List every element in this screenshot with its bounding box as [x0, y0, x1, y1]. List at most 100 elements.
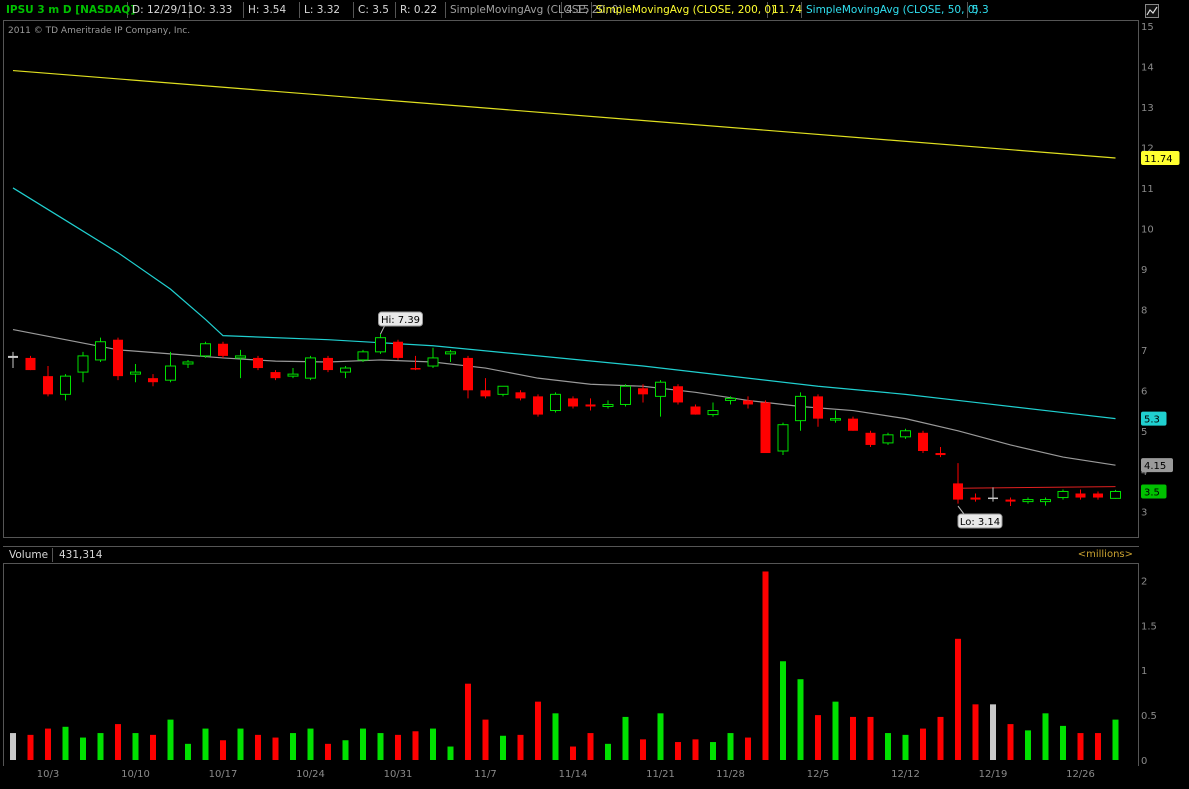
volume-bar — [27, 734, 34, 760]
candle-body — [130, 371, 141, 375]
volume-bar — [1007, 724, 1014, 760]
volume-bar — [62, 726, 69, 760]
candle-body — [673, 386, 683, 403]
date-tick-label: 10/3 — [37, 769, 59, 780]
date-tick-label: 12/19 — [979, 769, 1008, 780]
volume-bar — [587, 733, 594, 760]
candle-body — [777, 424, 789, 452]
price-tick-label: 14 — [1141, 63, 1154, 74]
sma200-line — [12, 69, 1116, 159]
candle-body — [340, 367, 351, 373]
price-tick-label: 8 — [1141, 305, 1147, 316]
volume-bar — [885, 733, 891, 760]
volume-bar — [920, 728, 926, 760]
volume-bar — [202, 728, 209, 760]
price-tick-label: 9 — [1141, 265, 1147, 276]
candle-body — [25, 357, 36, 371]
volume-bar — [430, 728, 436, 760]
candle-body — [445, 351, 456, 355]
candle-body — [287, 373, 299, 377]
volume-bar — [482, 719, 489, 760]
candle-body — [182, 361, 194, 365]
date-tick-label: 12/12 — [891, 769, 920, 780]
candle-body — [568, 398, 578, 407]
candle-body — [620, 385, 631, 405]
candle-body — [865, 432, 876, 445]
candle-body — [830, 418, 841, 421]
volume-bar — [622, 716, 629, 760]
price-tick-label: 11 — [1141, 184, 1154, 195]
volume-bar — [80, 737, 86, 760]
volume-bar — [1077, 733, 1084, 760]
candle-body — [550, 393, 561, 412]
volume-bar — [447, 746, 454, 760]
price-label-text: 4.15 — [1144, 461, 1166, 472]
volume-tick-label: 0 — [1141, 756, 1147, 767]
candle-body — [323, 357, 333, 371]
candle-body — [235, 355, 246, 359]
candle-body — [1110, 490, 1121, 499]
candle-body — [707, 410, 719, 416]
candle-body — [848, 418, 858, 431]
volume-bar — [727, 733, 734, 760]
volume-bar — [500, 735, 506, 760]
date-tick-label: 10/17 — [209, 769, 238, 780]
volume-bar — [1112, 719, 1119, 760]
price-label-text: 3.5 — [1144, 487, 1160, 498]
candle-body — [1040, 499, 1051, 503]
candle-body — [218, 343, 228, 356]
low-annotation-label: Lo: 3.14 — [960, 517, 1000, 528]
volume-bar — [535, 701, 541, 760]
candle-body — [375, 337, 386, 353]
sma20-line — [12, 329, 1116, 466]
volume-bar — [360, 728, 366, 760]
candle-body — [918, 432, 928, 452]
candle-body — [427, 357, 439, 367]
price-tick-label: 13 — [1141, 103, 1154, 114]
volume-bar — [552, 713, 559, 760]
price-tick-label: 10 — [1141, 224, 1154, 235]
candle-body — [1057, 490, 1069, 499]
date-tick-label: 11/21 — [646, 769, 675, 780]
candle-body — [200, 343, 211, 357]
price-label-text: 11.74 — [1144, 154, 1173, 165]
candle-body — [795, 395, 806, 422]
candle-body — [1022, 499, 1034, 503]
volume-bar — [710, 742, 716, 760]
volume-tick-label: 1 — [1141, 666, 1147, 677]
candle-body — [497, 385, 509, 395]
candle-body — [743, 400, 753, 405]
candle-body — [533, 396, 543, 415]
candle-body — [988, 497, 998, 500]
date-tick-label: 10/31 — [384, 769, 413, 780]
volume-bar — [955, 638, 961, 760]
high-annotation-label: Hi: 7.39 — [381, 315, 420, 326]
volume-bar — [465, 683, 471, 760]
candle-body — [638, 388, 648, 395]
volume-bar — [797, 679, 804, 760]
volume-bar — [412, 731, 419, 760]
date-tick-label: 10/24 — [296, 769, 325, 780]
candle-body — [760, 402, 771, 454]
candle-body — [253, 357, 263, 369]
volume-bar — [867, 716, 874, 760]
volume-tick-label: 0.5 — [1141, 711, 1157, 722]
price-tick-label: 3 — [1141, 508, 1147, 519]
volume-bar — [1042, 713, 1049, 760]
candle-body — [113, 339, 123, 377]
price-tick-label: 5 — [1141, 427, 1147, 438]
volume-bar — [832, 701, 839, 760]
candle-body — [725, 397, 736, 401]
volume-bar — [1025, 730, 1031, 760]
price-reference-line — [957, 486, 1116, 489]
volume-bar — [97, 733, 104, 760]
candle-body — [515, 392, 526, 399]
volume-bar — [692, 739, 699, 760]
price-label-text: 5.3 — [1144, 415, 1160, 426]
volume-bar — [815, 715, 821, 760]
volume-bar — [115, 724, 121, 760]
date-tick-label: 12/26 — [1066, 769, 1095, 780]
volume-bar — [220, 740, 226, 760]
volume-bar — [1095, 733, 1101, 760]
volume-bar — [570, 746, 576, 760]
